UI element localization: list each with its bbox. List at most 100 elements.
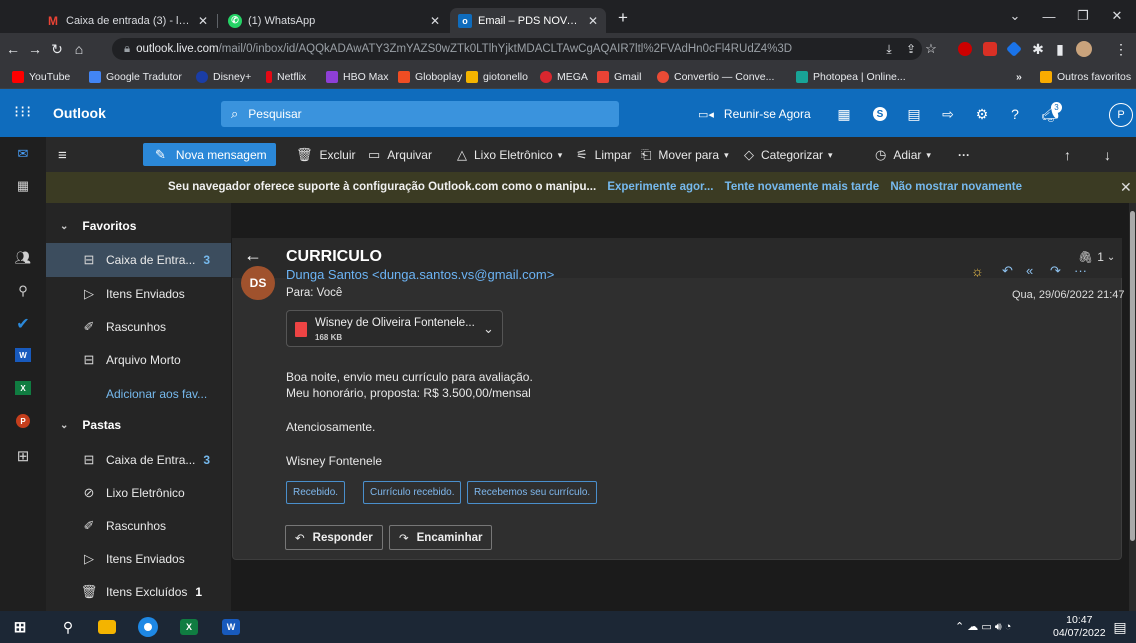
feedback-icon[interactable]: ⇨ <box>938 104 958 124</box>
more-options-icon[interactable]: ··· <box>1074 263 1087 278</box>
sun-effect-icon[interactable]: ☼ <box>971 263 984 279</box>
app-launcher-icon[interactable]: ⁝⁝⁝ <box>14 102 32 122</box>
add-favorite-link[interactable]: Adicionar aos fav... <box>46 377 231 411</box>
calendar-icon[interactable]: ▦ <box>12 175 34 197</box>
close-tab-icon[interactable]: ✕ <box>430 14 440 28</box>
bookmark-hbo-max[interactable]: HBO Max <box>326 69 389 85</box>
mail-icon[interactable]: ✉ <box>12 143 34 165</box>
next-message-icon[interactable]: ↓ <box>1104 145 1111 165</box>
opera-extension-icon[interactable] <box>958 42 972 56</box>
favorite-archive[interactable]: ⊟ Arquivo Morto <box>46 343 231 377</box>
forward-icon[interactable]: ↷ <box>1050 263 1061 279</box>
office-word-icon[interactable]: ▤ <box>904 104 924 124</box>
account-avatar[interactable]: P <box>1109 103 1133 127</box>
archive-button[interactable]: ▭ Arquivar <box>368 145 432 165</box>
people-icon[interactable]: 👥︎ <box>12 247 34 269</box>
more-actions-button[interactable]: ··· <box>958 145 970 165</box>
bookmark-convertio[interactable]: Convertio — Conve... <box>657 69 774 85</box>
tab-search-icon[interactable]: ⌄ <box>1000 4 1030 28</box>
sender-avatar[interactable]: DS <box>241 266 275 300</box>
back-arrow-icon[interactable]: ← <box>244 245 262 266</box>
bookmark-disney[interactable]: Disney+ <box>196 69 251 85</box>
megaphone-icon[interactable]: 📣︎ 3 <box>1040 102 1062 124</box>
pdf-extension-icon[interactable] <box>983 42 997 56</box>
forward-button[interactable]: ↷ Encaminhar <box>389 525 493 550</box>
banner-later-link[interactable]: Tente novamente mais tarde <box>725 181 879 193</box>
excel-app-icon[interactable]: X <box>12 377 34 399</box>
extensions-puzzle-icon[interactable]: ✱ <box>1029 40 1047 58</box>
bookmark-giotonello[interactable]: giotonello <box>466 69 528 85</box>
favorites-header[interactable]: ⌄ Favoritos <box>60 219 136 233</box>
restore-icon[interactable]: ❐ <box>1068 4 1098 28</box>
banner-close-icon[interactable]: ✕ <box>1120 179 1132 196</box>
snooze-button[interactable]: ◷ Adiar ▾ <box>875 145 931 165</box>
profile-avatar[interactable] <box>1076 41 1092 57</box>
tab-whatsapp[interactable]: ✆ (1) WhatsApp ✕ <box>220 8 448 33</box>
close-tab-icon[interactable]: ✕ <box>588 14 598 28</box>
new-message-button[interactable]: ✎ Nova mensagem <box>143 143 276 166</box>
address-bar[interactable]: 🔒︎ outlook.live.com /mail/0/inbox/id/AQQ… <box>112 38 922 60</box>
bookmark-google-tradutor[interactable]: Google Tradutor <box>89 69 182 85</box>
powerpoint-app-icon[interactable]: P <box>12 410 34 432</box>
forward-icon[interactable]: → <box>26 40 44 58</box>
folder-sent[interactable]: ▷ Itens Enviados <box>46 542 231 576</box>
quick-reply-1[interactable]: Recebido. <box>286 481 346 504</box>
todo-check-icon[interactable]: ✔ <box>12 313 34 335</box>
system-tray-icons[interactable]: ⌃ ☁ ▭ 🔊︎ ◔ <box>955 620 1011 634</box>
banner-never-link[interactable]: Não mostrar novamente <box>890 181 1022 193</box>
reply-icon[interactable]: ↶ <box>1002 263 1013 279</box>
attachment-icon[interactable]: ⚲ <box>12 280 34 302</box>
install-app-icon[interactable]: ⤓ <box>880 40 898 58</box>
more-apps-icon[interactable]: ⊞ <box>12 445 34 467</box>
bookmarks-overflow-button[interactable]: » <box>1016 69 1022 85</box>
move-to-button[interactable]: ⎗ Mover para ▾ <box>641 145 729 165</box>
categorize-button[interactable]: ◇ Categorizar ▾ <box>744 145 833 165</box>
home-icon[interactable]: ⌂ <box>70 40 88 58</box>
folder-deleted[interactable]: 🗑︎ Itens Excluídos 1 <box>46 575 231 609</box>
folder-junk[interactable]: ⊘ Lixo Eletrônico <box>46 476 231 510</box>
favorite-inbox[interactable]: ⊟ Caixa de Entra... 3 <box>46 243 231 277</box>
attachment-card[interactable]: Wisney de Oliveira Fontenele... 168 KB ⌄ <box>286 310 503 347</box>
bookmark-star-icon[interactable]: ☆ <box>922 40 940 58</box>
qr-code-icon[interactable]: ▦ <box>834 104 854 124</box>
reload-icon[interactable]: ↻ <box>48 40 66 58</box>
windows-start-icon[interactable]: ⊞ <box>10 617 30 637</box>
word-app-icon[interactable]: W <box>12 344 34 366</box>
chrome-icon[interactable] <box>138 617 158 637</box>
browser-menu-icon[interactable]: ⋮ <box>1112 40 1130 58</box>
search-input[interactable]: ⌕ Pesquisar <box>221 101 619 127</box>
taskbar-search-icon[interactable]: ⚲ <box>58 617 78 637</box>
folder-inbox[interactable]: ⊟ Caixa de Entra... 3 <box>46 443 231 477</box>
word-taskbar-icon[interactable]: W <box>222 619 240 635</box>
meet-now-button[interactable]: ▭◂ Reunir-se Agora <box>698 107 811 121</box>
sweep-button[interactable]: ⚟ Limpar <box>576 145 631 165</box>
folder-drafts[interactable]: ✐ Rascunhos <box>46 509 231 543</box>
other-bookmarks-folder[interactable]: Outros favoritos <box>1040 69 1131 85</box>
folders-header[interactable]: ⌄ Pastas <box>60 418 121 432</box>
clock[interactable]: 10:47 04/07/2022 <box>1053 614 1106 640</box>
bookmark-youtube[interactable]: YouTube <box>12 69 70 85</box>
quick-reply-2[interactable]: Currículo recebido. <box>363 481 462 504</box>
close-tab-icon[interactable]: ✕ <box>198 14 208 28</box>
bookmark-gmail[interactable]: Gmail <box>597 69 641 85</box>
vpn-extension-icon[interactable] <box>1006 41 1022 57</box>
scrollbar[interactable] <box>1129 203 1136 611</box>
reply-button[interactable]: ↶ Responder <box>285 525 383 550</box>
bookmark-photopea[interactable]: Photopea | Online... <box>796 69 906 85</box>
favorite-drafts[interactable]: ✐ Rascunhos <box>46 310 231 344</box>
new-tab-button[interactable]: + <box>618 8 628 28</box>
file-explorer-icon[interactable] <box>98 620 116 634</box>
delete-button[interactable]: 🗑︎ Excluir <box>296 145 356 165</box>
bookmark-netflix[interactable]: Netflix <box>266 69 306 85</box>
help-icon[interactable]: ? <box>1005 104 1025 124</box>
share-icon[interactable]: ⇪ <box>902 40 920 58</box>
favorite-sent[interactable]: ▷ Itens Enviados <box>46 277 231 311</box>
hamburger-menu-icon[interactable]: ≡ <box>58 145 67 165</box>
notifications-icon[interactable]: ▤ <box>1110 617 1130 637</box>
skype-icon[interactable]: S <box>870 104 890 124</box>
banner-try-link[interactable]: Experimente agor... <box>607 181 713 193</box>
close-window-icon[interactable]: ✕ <box>1102 4 1132 28</box>
previous-message-icon[interactable]: ↑ <box>1064 145 1071 165</box>
bookmark-globoplay[interactable]: Globoplay <box>398 69 462 85</box>
reply-all-icon[interactable]: « <box>1026 263 1033 278</box>
